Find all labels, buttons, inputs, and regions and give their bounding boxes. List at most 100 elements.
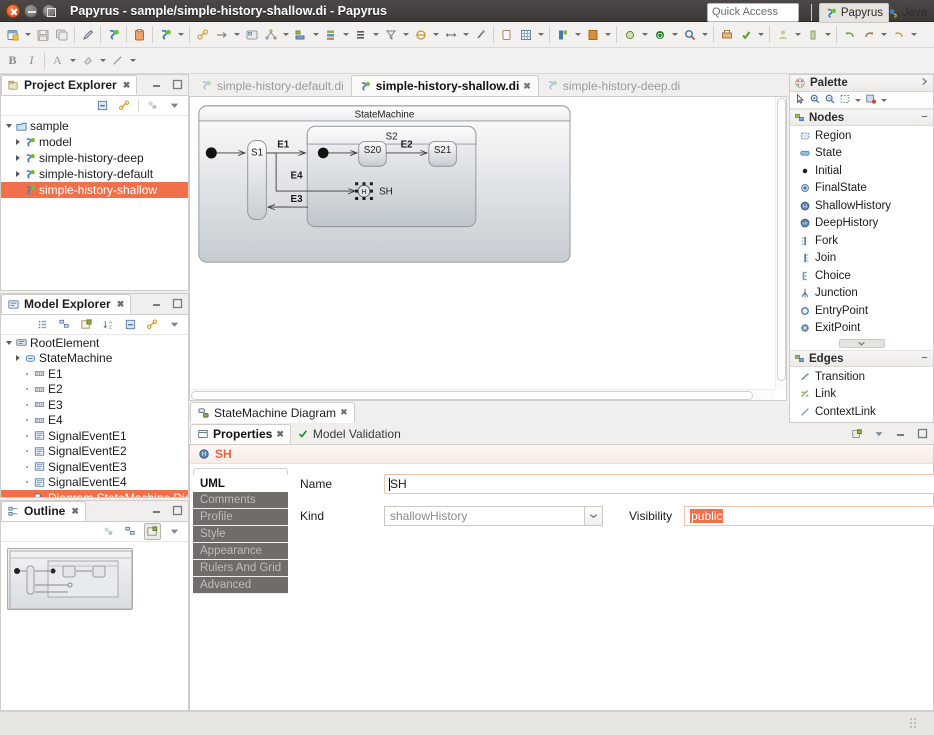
tree-view-icon[interactable] [56, 316, 73, 333]
model-explorer-item-row[interactable]: E3 [1, 397, 188, 413]
tab-properties[interactable]: Properties ✖ [190, 424, 291, 444]
model-explorer-item-row[interactable]: E1 [1, 366, 188, 382]
arrow-right-icon[interactable] [212, 25, 231, 44]
zoom-out-tool-icon[interactable] [824, 93, 836, 108]
close-button[interactable] [6, 3, 20, 18]
sort-icon[interactable]: AZ [100, 316, 117, 333]
diagram-icon[interactable] [242, 25, 261, 44]
navigate-dropdown-icon[interactable] [430, 25, 441, 44]
project-explorer-item-row[interactable]: simple-history-shallow [1, 182, 188, 198]
visibility-combo[interactable]: public [684, 506, 934, 526]
properties-tab-rulers-and-grid[interactable]: Rulers And Grid [193, 560, 288, 577]
pin-icon[interactable] [471, 25, 490, 44]
collapse-all-icon[interactable] [122, 316, 139, 333]
minimize-view-icon[interactable] [150, 297, 163, 310]
outline-thumbnail[interactable] [7, 548, 133, 610]
diagram-canvas[interactable]: StateMachine S2 S1 E1 S20 E2 S21 E4 E3 H… [190, 97, 776, 390]
outline-thumbnail-icon[interactable] [144, 523, 161, 540]
expand-arrow-icon[interactable] [12, 171, 23, 177]
close-icon[interactable]: ✖ [523, 81, 531, 92]
stereotype-dropdown-icon[interactable] [822, 25, 833, 44]
canvas-vertical-scrollbar[interactable] [775, 97, 786, 389]
name-input[interactable]: SH [384, 474, 934, 494]
minimize-view-icon[interactable] [894, 427, 907, 440]
paste-icon[interactable] [130, 25, 149, 44]
navigate-icon[interactable] [411, 25, 430, 44]
view-menu-extra-icon[interactable] [144, 97, 161, 114]
profile-icon[interactable] [773, 25, 792, 44]
order-icon[interactable] [351, 25, 370, 44]
debug-dropdown-icon[interactable] [602, 25, 613, 44]
palette-node-exitpoint[interactable]: ExitPoint [790, 320, 933, 338]
properties-tab-appearance[interactable]: Appearance [193, 543, 288, 560]
model-explorer-item-row[interactable]: Diagram StateMachine Diagra [1, 490, 188, 497]
palette-edge-contextlink[interactable]: ContextLink [790, 403, 933, 421]
redo-icon[interactable] [859, 25, 878, 44]
tab-outline[interactable]: Outline ✖ [1, 501, 86, 521]
link-chain-icon[interactable] [193, 25, 212, 44]
search-icon[interactable] [680, 25, 699, 44]
properties-tab-advanced[interactable]: Advanced [193, 577, 288, 594]
properties-tab-uml[interactable]: UML [193, 475, 288, 492]
model-explorer-item-row[interactable]: SignalEventE2 [1, 444, 188, 460]
editor-tab-1[interactable]: simple-history-shallow.di ✖ [350, 75, 539, 96]
outline-tree-icon[interactable] [122, 523, 139, 540]
print-icon[interactable] [717, 25, 736, 44]
redo-dropdown-icon[interactable] [878, 25, 889, 44]
model-explorer-item-row[interactable]: SignalEventE1 [1, 428, 188, 444]
refresh-dropdown-icon[interactable] [175, 25, 186, 44]
move-dropdown-icon[interactable] [460, 25, 471, 44]
arrange-icon[interactable] [261, 25, 280, 44]
project-explorer-item-row[interactable]: simple-history-deep [1, 150, 188, 166]
link-with-editor-icon[interactable] [144, 316, 161, 333]
search-dropdown-icon[interactable] [699, 25, 710, 44]
close-icon[interactable]: ✖ [276, 429, 284, 440]
history-back-icon[interactable] [889, 25, 908, 44]
maximize-view-icon[interactable] [171, 78, 184, 91]
history-dropdown-icon[interactable] [908, 25, 919, 44]
validate-icon[interactable] [736, 25, 755, 44]
palette-node-initial[interactable]: Initial [790, 162, 933, 180]
palette-section-edges-header[interactable]: Edges [790, 350, 933, 367]
model-explorer-item-row[interactable]: E2 [1, 382, 188, 398]
editor-tab-2[interactable]: simple-history-deep.di [539, 75, 687, 96]
maximize-view-icon[interactable] [171, 504, 184, 517]
zoom-in-tool-icon[interactable] [809, 93, 821, 108]
tab-project-explorer[interactable]: Project Explorer ✖ [1, 75, 138, 95]
new-dropdown-icon[interactable] [22, 25, 33, 44]
collapse-arrow-icon[interactable] [3, 341, 14, 345]
fill-color-dropdown-icon[interactable] [97, 51, 108, 70]
project-explorer-tree[interactable]: sample model simple-history-deep simple-his… [1, 116, 188, 290]
minimize-button[interactable] [24, 3, 38, 18]
nodes-collapse-icon[interactable] [920, 112, 929, 124]
edges-collapse-icon[interactable] [920, 353, 929, 365]
model-explorer-item-row[interactable]: StateMachine [1, 351, 188, 367]
maximize-view-icon[interactable] [171, 297, 184, 310]
palette-edge-transition[interactable]: Transition [790, 368, 933, 386]
close-icon[interactable]: ✖ [123, 80, 131, 91]
new-class-dropdown-icon[interactable] [639, 25, 650, 44]
tab-model-explorer[interactable]: Model Explorer ✖ [1, 294, 132, 314]
grid-icon[interactable] [516, 25, 535, 44]
palette-node-entrypoint[interactable]: EntryPoint [790, 302, 933, 320]
editor-tab-0[interactable]: simple-history-default.di [193, 75, 351, 96]
distribute-icon[interactable] [321, 25, 340, 44]
properties-tab-style[interactable]: Style [193, 526, 288, 543]
resize-grip[interactable] [910, 718, 920, 730]
palette-node-finalstate[interactable]: FinalState [790, 180, 933, 198]
pin-properties-icon[interactable] [850, 427, 863, 440]
run-icon[interactable] [553, 25, 572, 44]
undo-icon[interactable] [840, 25, 859, 44]
arrange-dropdown-icon[interactable] [280, 25, 291, 44]
palette-scroll-down-button[interactable] [838, 339, 885, 348]
papyrus-model-icon[interactable] [104, 25, 123, 44]
palette-node-join[interactable]: Join [790, 250, 933, 268]
profile-dropdown-icon[interactable] [792, 25, 803, 44]
project-explorer-item-row[interactable]: sample [1, 118, 188, 134]
close-icon[interactable]: ✖ [340, 407, 348, 418]
new-element-icon[interactable] [78, 316, 95, 333]
palette-node-state[interactable]: State [790, 145, 933, 163]
properties-tab-comments[interactable]: Comments [193, 492, 288, 509]
new-package-icon[interactable]: O [650, 25, 669, 44]
grid-dropdown-icon[interactable] [535, 25, 546, 44]
